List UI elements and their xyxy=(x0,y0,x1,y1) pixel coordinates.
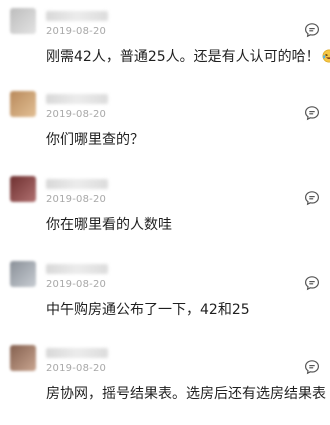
comment-text: 中午购房通公布了一下，42和25 xyxy=(46,302,250,318)
comment-reply-icon xyxy=(304,23,320,38)
username[interactable] xyxy=(46,348,108,358)
comment-reply-icon xyxy=(304,276,320,291)
avatar[interactable] xyxy=(10,345,36,371)
username[interactable] xyxy=(46,11,108,21)
reply-button[interactable] xyxy=(304,105,320,121)
username[interactable] xyxy=(46,264,108,274)
comment-date: 2019-08-20 xyxy=(46,363,107,374)
avatar[interactable] xyxy=(10,261,36,287)
avatar[interactable] xyxy=(10,91,36,117)
comment-date: 2019-08-20 xyxy=(46,194,107,205)
reply-button[interactable] xyxy=(304,359,320,375)
avatar[interactable] xyxy=(10,176,36,202)
comment-date: 2019-08-20 xyxy=(46,109,107,120)
laughing-tears-emoji xyxy=(322,49,330,63)
reply-button[interactable] xyxy=(304,22,320,38)
comment-reply-icon xyxy=(304,191,320,206)
comment-text: 刚需42人，普通25人。还是有人认可的哈！ xyxy=(46,46,330,66)
comment-item: 2019-08-20 房协网，摇号结果表。选房后还有选房结果表 xyxy=(0,345,330,425)
comment-date: 2019-08-20 xyxy=(46,279,107,290)
reply-button[interactable] xyxy=(304,275,320,291)
comment-date: 2019-08-20 xyxy=(46,26,107,37)
comment-text: 你在哪里看的人数哇 xyxy=(46,217,172,233)
reply-button[interactable] xyxy=(304,190,320,206)
comment-reply-icon xyxy=(304,106,320,121)
comment-item: 2019-08-20 你在哪里看的人数哇 xyxy=(0,176,330,256)
comment-text: 你们哪里查的？ xyxy=(46,132,144,148)
comment-text: 房协网，摇号结果表。选房后还有选房结果表 xyxy=(46,386,326,402)
username[interactable] xyxy=(46,179,108,189)
comment-item: 2019-08-20 你们哪里查的？ xyxy=(0,91,330,171)
comment-list: 2019-08-20 刚需42人，普通25人。还是有人认可的哈！ 2019-08… xyxy=(0,0,330,411)
comment-reply-icon xyxy=(304,360,320,375)
comment-item: 2019-08-20 刚需42人，普通25人。还是有人认可的哈！ xyxy=(0,8,330,88)
comment-item: 2019-08-20 中午购房通公布了一下，42和25 xyxy=(0,261,330,341)
username[interactable] xyxy=(46,94,108,104)
avatar[interactable] xyxy=(10,8,36,34)
